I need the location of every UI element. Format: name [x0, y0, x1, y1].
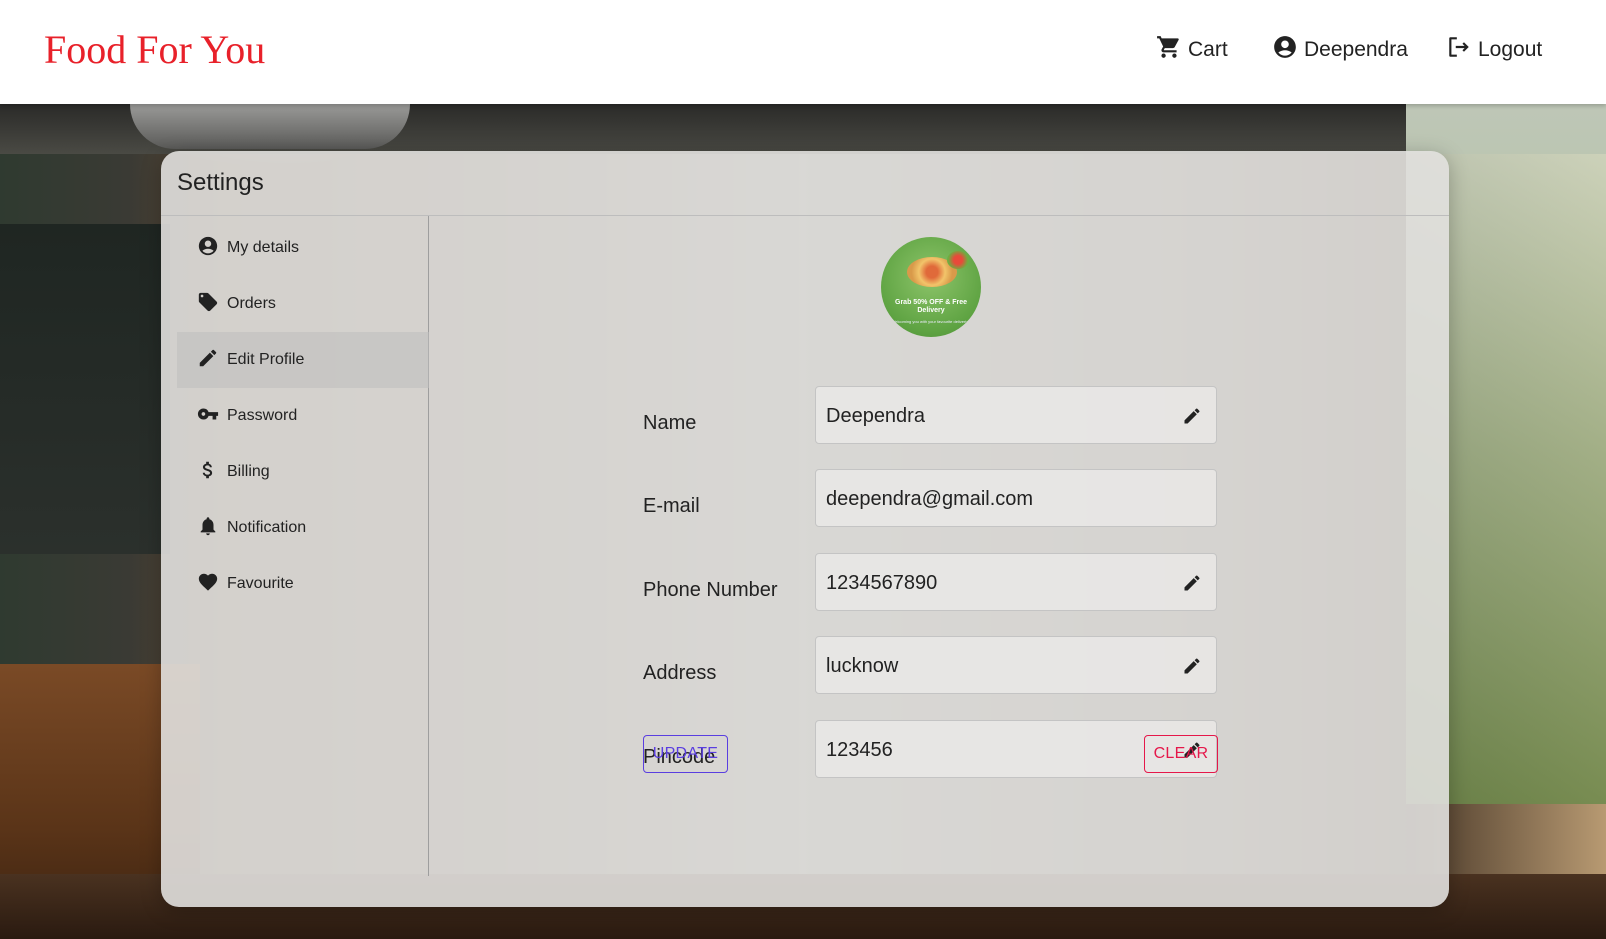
user-name-label: Deependra [1304, 38, 1408, 61]
sidebar-item-favourite[interactable]: Favourite [177, 556, 429, 612]
cart-label: Cart [1188, 38, 1228, 61]
logout-icon [1446, 34, 1472, 66]
sidebar-item-password[interactable]: Password [177, 388, 429, 444]
profile-avatar[interactable]: Grab 50% OFF & Free Delivery Welcoming y… [881, 237, 981, 337]
dollar-icon [197, 459, 219, 486]
edit-pencil-icon[interactable] [1182, 656, 1202, 676]
address-label: Address [643, 662, 717, 684]
logout-label: Logout [1478, 38, 1543, 61]
settings-title: Settings [177, 169, 264, 196]
address-row: Address lucknow [430, 636, 1449, 694]
settings-sidebar: My details Orders Edit Profile Password … [161, 216, 429, 876]
heart-icon [197, 571, 219, 598]
name-field[interactable]: Deependra [815, 386, 1217, 444]
email-field[interactable]: deependra@gmail.com [815, 469, 1217, 527]
pencil-icon [197, 347, 219, 374]
pendant-lamp [130, 104, 410, 149]
sidebar-item-label: My details [227, 239, 300, 256]
clear-button[interactable]: CLEAR [1144, 735, 1218, 773]
edit-profile-panel: Grab 50% OFF & Free Delivery Welcoming y… [430, 216, 1449, 907]
chalkboard-wall [0, 224, 170, 554]
sidebar-item-billing[interactable]: Billing [177, 444, 429, 500]
settings-header: Settings [161, 151, 1449, 216]
cart-icon [1156, 34, 1182, 66]
sidebar-item-edit-profile[interactable]: Edit Profile [177, 332, 429, 388]
phone-value[interactable]: 1234567890 [826, 572, 1166, 595]
sidebar-item-label: Orders [227, 295, 276, 312]
brand-logo[interactable]: Food For You [44, 26, 265, 73]
sidebar-item-notification[interactable]: Notification [177, 500, 429, 556]
sidebar-item-label: Password [227, 407, 298, 424]
name-row: Name Deependra [430, 386, 1449, 444]
cart-link[interactable]: Cart [1156, 34, 1228, 66]
update-button[interactable]: UPDATE [643, 735, 728, 773]
edit-pencil-icon[interactable] [1182, 406, 1202, 426]
email-row: E-mail deependra@gmail.com [430, 469, 1449, 527]
address-field[interactable]: lucknow [815, 636, 1217, 694]
key-icon [197, 403, 219, 430]
sidebar-item-label: Notification [227, 519, 307, 536]
pincode-row: Pincode 123456 [430, 720, 1449, 778]
salad-graphic [947, 251, 969, 269]
phone-label: Phone Number [643, 579, 778, 601]
avatar-promo-subtext: Welcoming you with your favourite delive… [891, 319, 971, 324]
address-value[interactable]: lucknow [826, 655, 1166, 678]
name-label: Name [643, 412, 697, 434]
sidebar-item-label: Edit Profile [227, 351, 305, 368]
avatar-promo-text: Grab 50% OFF & Free Delivery [895, 299, 967, 314]
logout-link[interactable]: Logout [1446, 34, 1542, 66]
phone-field[interactable]: 1234567890 [815, 553, 1217, 611]
phone-row: Phone Number 1234567890 [430, 553, 1449, 611]
sidebar-item-label: Favourite [227, 575, 294, 592]
bell-icon [197, 515, 219, 542]
account-circle-icon [1272, 34, 1298, 66]
sidebar-item-label: Billing [227, 463, 270, 480]
tag-icon [197, 291, 219, 318]
email-label: E-mail [643, 495, 700, 517]
pincode-value[interactable]: 123456 [826, 739, 1166, 762]
settings-card: Settings My details Orders Edit Profile … [161, 151, 1449, 907]
sidebar-item-orders[interactable]: Orders [177, 276, 429, 332]
email-value[interactable]: deependra@gmail.com [826, 488, 1166, 511]
sidebar-item-my-details[interactable]: My details [177, 220, 429, 276]
name-value[interactable]: Deependra [826, 405, 1166, 428]
account-circle-icon [197, 235, 219, 262]
user-profile-link[interactable]: Deependra [1272, 34, 1408, 66]
edit-pencil-icon[interactable] [1182, 573, 1202, 593]
top-navbar: Food For You Cart Deependra Logout [0, 0, 1606, 104]
